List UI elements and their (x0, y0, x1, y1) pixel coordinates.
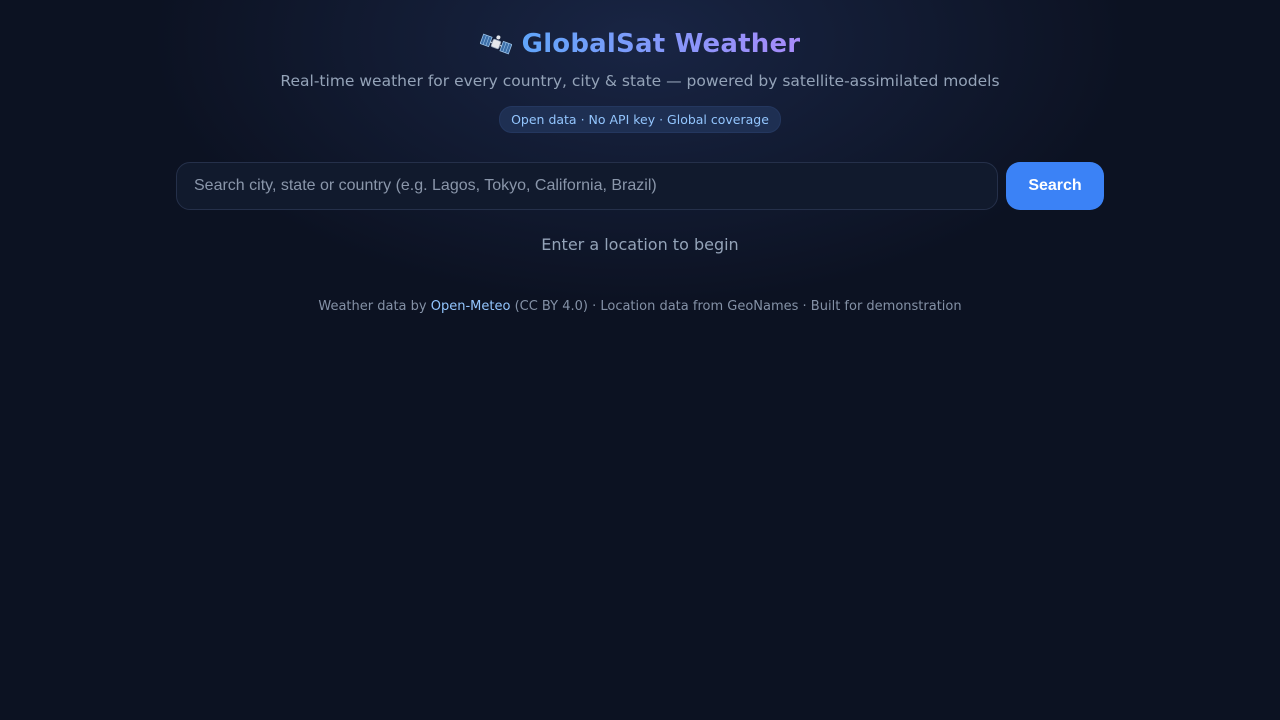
feature-badge: Open data · No API key · Global coverage (499, 106, 781, 133)
search-input[interactable] (176, 162, 998, 210)
app-subtitle: Real-time weather for every country, cit… (280, 72, 1000, 90)
app-page: GlobalSat Weather Real-time weather for … (0, 0, 1280, 720)
footer-prefix: Weather data by (318, 299, 427, 314)
app-title: GlobalSat Weather (521, 29, 801, 59)
title-row: GlobalSat Weather (0, 26, 1280, 62)
search-button[interactable]: Search (1006, 162, 1104, 210)
footer: Weather data by Open-Meteo (CC BY 4.0) ·… (0, 298, 1280, 316)
footer-suffix: (CC BY 4.0) · Location data from GeoName… (514, 299, 962, 314)
search-bar: Search (176, 162, 1104, 210)
status-message: Enter a location to begin (541, 235, 739, 254)
satellite-icon (479, 32, 512, 56)
app-header: GlobalSat Weather Real-time weather for … (0, 26, 1280, 133)
badge-wrap: Open data · No API key · Global coverage (0, 106, 1280, 133)
open-meteo-link[interactable]: Open-Meteo (431, 299, 511, 314)
